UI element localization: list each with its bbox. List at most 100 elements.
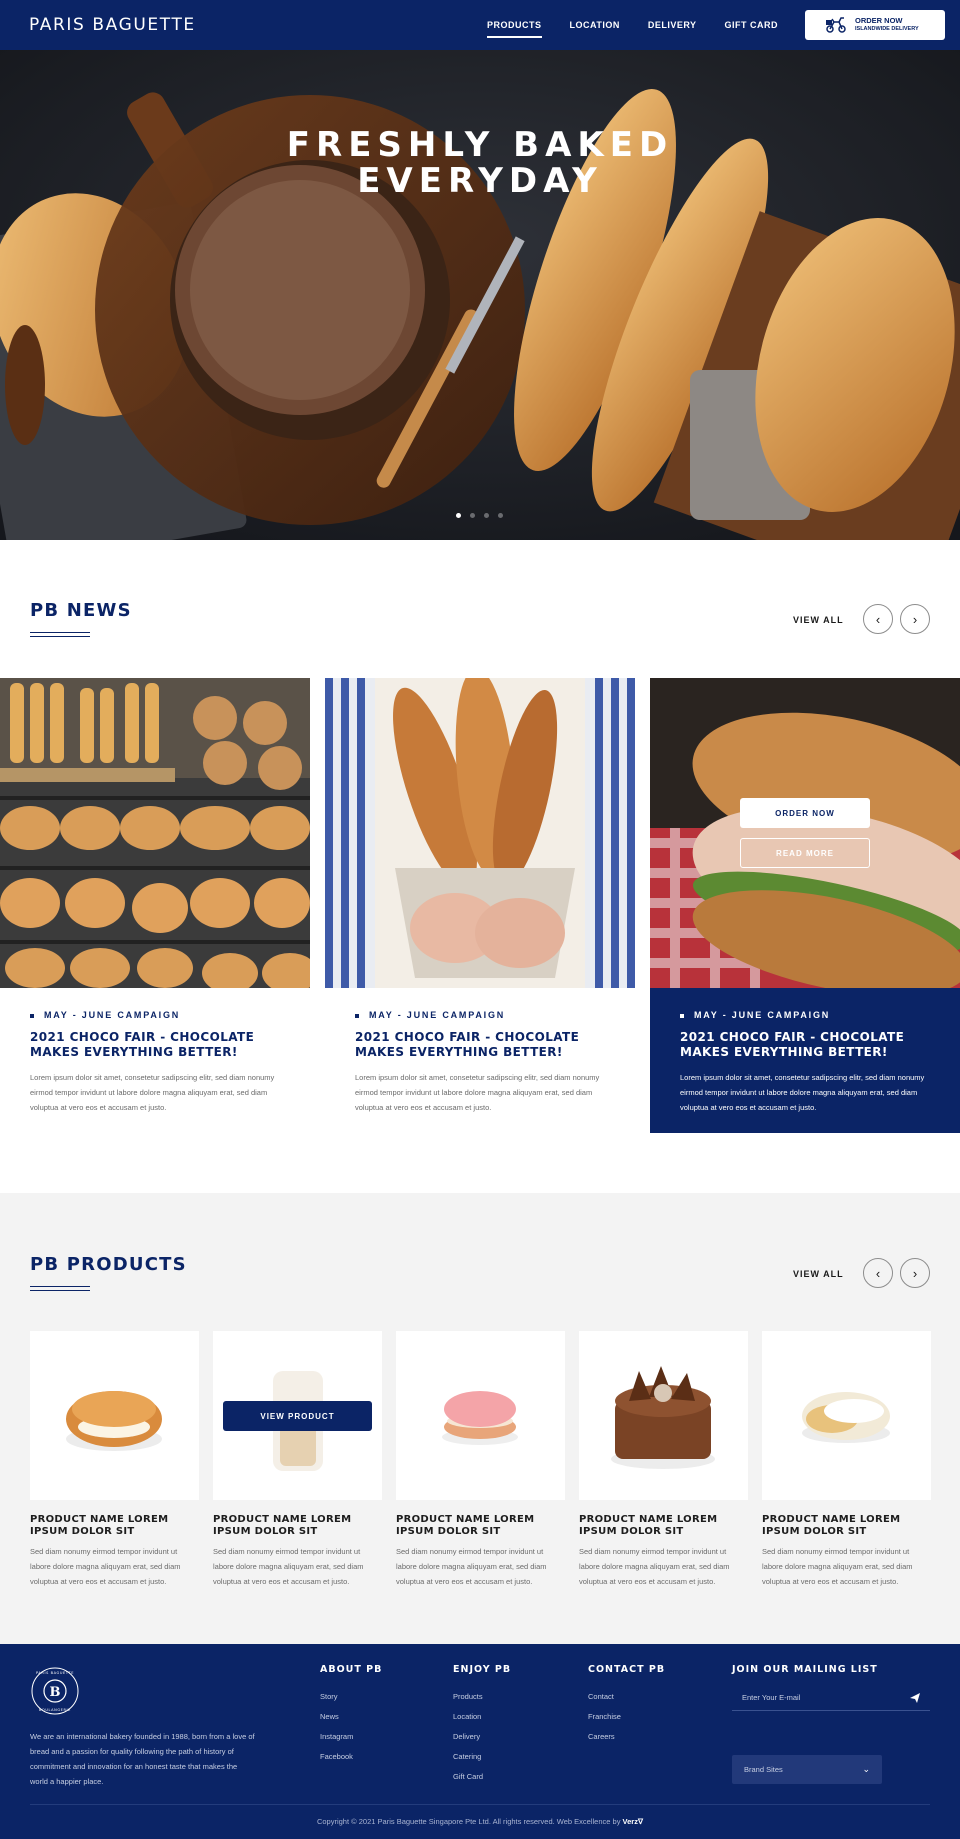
nav-products[interactable]: PRODUCTS bbox=[487, 0, 542, 50]
email-field[interactable]: Enter Your E-mail bbox=[732, 1685, 930, 1711]
mailing-list: JOIN OUR MAILING LIST Enter Your E-mail bbox=[732, 1664, 930, 1711]
products-view-all-link[interactable]: VIEW ALL bbox=[793, 1269, 844, 1279]
footer-link-news[interactable]: News bbox=[320, 1707, 382, 1727]
hero-bread-image bbox=[0, 50, 960, 540]
product-name[interactable]: PRODUCT NAME LOREM IPSUM DOLOR SIT bbox=[30, 1514, 199, 1538]
hero-title: FRESHLY BAKED EVERYDAY bbox=[0, 127, 960, 199]
send-icon[interactable] bbox=[910, 1692, 920, 1703]
product-name[interactable]: PRODUCT NAME LOREM IPSUM DOLOR SIT bbox=[762, 1514, 931, 1538]
footer-link-gift-card[interactable]: Gift Card bbox=[453, 1767, 511, 1787]
footer-link-delivery[interactable]: Delivery bbox=[453, 1727, 511, 1747]
product-name[interactable]: PRODUCT NAME LOREM IPSUM DOLOR SIT bbox=[213, 1514, 382, 1538]
news-title[interactable]: 2021 CHOCO FAIR - CHOCOLATE MAKES EVERYT… bbox=[680, 1030, 940, 1060]
read-more-button[interactable]: READ MORE bbox=[740, 838, 870, 868]
products-title-underline bbox=[30, 1286, 90, 1291]
news-card-body: MAY - JUNE CAMPAIGN 2021 CHOCO FAIR - CH… bbox=[650, 988, 960, 1133]
carousel-dot[interactable] bbox=[498, 513, 503, 518]
news-prev-button[interactable]: ‹ bbox=[863, 604, 893, 634]
chevron-down-icon: ⌄ bbox=[862, 1764, 870, 1774]
carousel-dot[interactable] bbox=[484, 513, 489, 518]
footer-column-contact: CONTACT PB Contact Franchise Careers bbox=[588, 1664, 665, 1747]
footer-link-careers[interactable]: Careers bbox=[588, 1727, 665, 1747]
site-logo[interactable]: PARIS BAGUETTE bbox=[29, 15, 196, 35]
footer-link-instagram[interactable]: Instagram bbox=[320, 1727, 382, 1747]
brand-sites-label: Brand Sites bbox=[744, 1765, 783, 1774]
footer-link-story[interactable]: Story bbox=[320, 1687, 382, 1707]
news-image-bakery-shelves bbox=[0, 678, 310, 988]
hero-banner: FRESHLY BAKED EVERYDAY bbox=[0, 50, 960, 540]
product-description: Sed diam nonumy eirmod tempor invidunt u… bbox=[579, 1547, 730, 1586]
product-image-bagged-bread: VIEW PRODUCT bbox=[213, 1331, 382, 1500]
site-footer: B PARIS BAGUETTE BOULANGERIE We are an i… bbox=[0, 1644, 960, 1839]
brand-sites-select[interactable]: Brand Sites ⌄ bbox=[732, 1755, 882, 1784]
news-description: Lorem ipsum dolor sit amet, consetetur s… bbox=[355, 1073, 600, 1112]
chevron-right-icon: › bbox=[912, 1265, 918, 1281]
hero-title-line-2: EVERYDAY bbox=[357, 161, 603, 201]
carousel-dots bbox=[456, 513, 503, 518]
news-campaign-label: MAY - JUNE CAMPAIGN bbox=[30, 1010, 180, 1020]
news-title[interactable]: 2021 CHOCO FAIR - CHOCOLATE MAKES EVERYT… bbox=[30, 1030, 290, 1060]
news-title[interactable]: 2021 CHOCO FAIR - CHOCOLATE MAKES EVERYT… bbox=[355, 1030, 615, 1060]
product-description: Sed diam nonumy eirmod tempor invidunt u… bbox=[213, 1547, 364, 1586]
news-card[interactable]: MAY - JUNE CAMPAIGN 2021 CHOCO FAIR - CH… bbox=[0, 678, 310, 1133]
footer-about-text: We are an international bakery founded i… bbox=[30, 1732, 255, 1786]
footer-column-enjoy: ENJOY PB Products Location Delivery Cate… bbox=[453, 1664, 511, 1787]
footer-link-catering[interactable]: Catering bbox=[453, 1747, 511, 1767]
footer-link-contact[interactable]: Contact bbox=[588, 1687, 665, 1707]
order-now-sublabel: ISLANDWIDE DELIVERY bbox=[855, 26, 919, 32]
nav-location[interactable]: LOCATION bbox=[570, 0, 620, 50]
footer-link-facebook[interactable]: Facebook bbox=[320, 1747, 382, 1767]
product-card[interactable]: PRODUCT NAME LOREM IPSUM DOLOR SIT Sed d… bbox=[762, 1331, 931, 1589]
product-card[interactable]: PRODUCT NAME LOREM IPSUM DOLOR SIT Sed d… bbox=[579, 1331, 748, 1589]
order-now-button[interactable]: ORDER NOW bbox=[740, 798, 870, 828]
product-image-chocolate-cake bbox=[579, 1331, 748, 1500]
product-card[interactable]: PRODUCT NAME LOREM IPSUM DOLOR SIT Sed d… bbox=[396, 1331, 565, 1589]
product-image-cream-bun bbox=[30, 1331, 199, 1500]
news-description: Lorem ipsum dolor sit amet, consetetur s… bbox=[680, 1073, 925, 1112]
products-section-title: PB PRODUCTS bbox=[30, 1254, 187, 1275]
news-section-title: PB NEWS bbox=[30, 600, 132, 621]
news-image-baguettes-in-hands bbox=[325, 678, 635, 988]
brand-seal-logo[interactable]: B PARIS BAGUETTE BOULANGERIE bbox=[30, 1666, 80, 1716]
svg-text:BOULANGERIE: BOULANGERIE bbox=[39, 1708, 71, 1712]
nav-gift-card[interactable]: GIFT CARD bbox=[725, 0, 779, 50]
footer-link-franchise[interactable]: Franchise bbox=[588, 1707, 665, 1727]
order-now-label: ORDER NOW bbox=[855, 16, 903, 25]
site-header: PARIS BAGUETTE PRODUCTS LOCATION DELIVER… bbox=[0, 0, 960, 50]
news-next-button[interactable]: › bbox=[900, 604, 930, 634]
news-campaign-label: MAY - JUNE CAMPAIGN bbox=[355, 1010, 505, 1020]
product-card[interactable]: PRODUCT NAME LOREM IPSUM DOLOR SIT Sed d… bbox=[30, 1331, 199, 1589]
product-name[interactable]: PRODUCT NAME LOREM IPSUM DOLOR SIT bbox=[396, 1514, 565, 1538]
product-name[interactable]: PRODUCT NAME LOREM IPSUM DOLOR SIT bbox=[579, 1514, 748, 1538]
svg-text:PARIS BAGUETTE: PARIS BAGUETTE bbox=[36, 1671, 74, 1675]
product-image-sugar-bun bbox=[762, 1331, 931, 1500]
product-description: Sed diam nonumy eirmod tempor invidunt u… bbox=[30, 1547, 181, 1586]
footer-column-about: ABOUT PB Story News Instagram Facebook bbox=[320, 1664, 382, 1767]
footer-column-title: CONTACT PB bbox=[588, 1664, 666, 1675]
email-placeholder: Enter Your E-mail bbox=[742, 1693, 801, 1702]
footer-link-products[interactable]: Products bbox=[453, 1687, 511, 1707]
verz-logo-icon: ∇ bbox=[637, 1817, 644, 1826]
hero-title-line-1: FRESHLY BAKED bbox=[286, 125, 674, 165]
products-next-button[interactable]: › bbox=[900, 1258, 930, 1288]
carousel-dot[interactable] bbox=[470, 513, 475, 518]
carousel-dot[interactable] bbox=[456, 513, 461, 518]
credit-link[interactable]: Verz bbox=[623, 1817, 638, 1826]
news-card[interactable]: MAY - JUNE CAMPAIGN 2021 CHOCO FAIR - CH… bbox=[325, 678, 635, 1133]
product-card[interactable]: VIEW PRODUCT PRODUCT NAME LOREM IPSUM DO… bbox=[213, 1331, 382, 1589]
products-prev-button[interactable]: ‹ bbox=[863, 1258, 893, 1288]
copyright-text: Copyright © 2021 Paris Baguette Singapor… bbox=[0, 1817, 960, 1826]
footer-link-location[interactable]: Location bbox=[453, 1707, 511, 1727]
order-now-button[interactable]: ORDER NOW ISLANDWIDE DELIVERY bbox=[805, 10, 945, 40]
scooter-icon bbox=[826, 17, 846, 33]
copyright-label: Copyright © 2021 Paris Baguette Singapor… bbox=[316, 1817, 621, 1826]
footer-column-title: ENJOY PB bbox=[453, 1664, 512, 1675]
product-description: Sed diam nonumy eirmod tempor invidunt u… bbox=[762, 1547, 913, 1586]
view-product-button[interactable]: VIEW PRODUCT bbox=[223, 1401, 372, 1431]
news-card-active[interactable]: ORDER NOW READ MORE MAY - JUNE CAMPAIGN … bbox=[650, 678, 960, 1133]
footer-divider bbox=[30, 1804, 930, 1805]
news-view-all-link[interactable]: VIEW ALL bbox=[793, 615, 844, 625]
news-image-sandwich: ORDER NOW READ MORE bbox=[650, 678, 960, 988]
product-description: Sed diam nonumy eirmod tempor invidunt u… bbox=[396, 1547, 547, 1586]
nav-delivery[interactable]: DELIVERY bbox=[648, 0, 697, 50]
